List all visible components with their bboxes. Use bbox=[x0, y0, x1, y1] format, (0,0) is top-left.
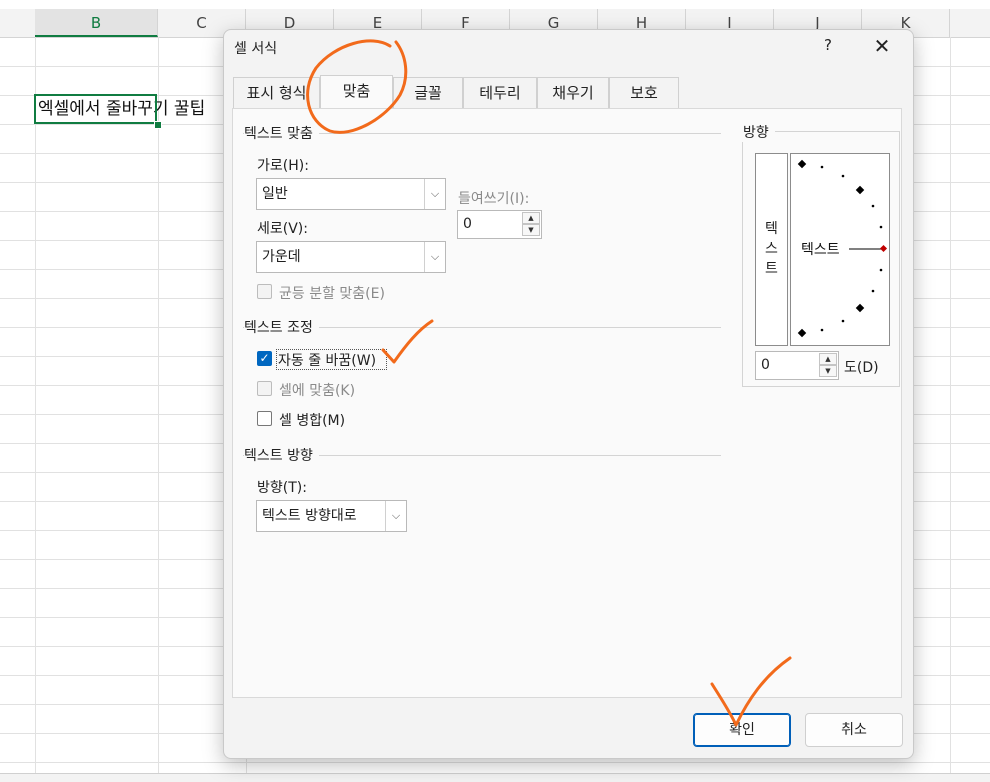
dial-tick bbox=[879, 225, 883, 229]
vertical-label: 세로(V): bbox=[257, 221, 308, 237]
text-direction-value: 텍스트 방향대로 bbox=[262, 508, 357, 524]
tab-number[interactable]: 표시 형식 bbox=[233, 77, 320, 108]
section-title-text-direction: 텍스트 방향 bbox=[244, 445, 319, 465]
dial-marker-45 bbox=[855, 185, 865, 195]
direction-label: 방향(T): bbox=[257, 480, 307, 496]
grid-line bbox=[950, 37, 951, 781]
chevron-down-icon: ⌵ bbox=[424, 179, 445, 209]
merge-cells-label[interactable]: 셀 병합(M) bbox=[279, 410, 345, 430]
grid-line bbox=[35, 37, 36, 781]
dial-tick bbox=[871, 289, 875, 293]
spin-down-icon[interactable]: ▼ bbox=[819, 365, 837, 377]
merge-cells-checkbox[interactable] bbox=[257, 411, 272, 426]
degrees-label: 도(D) bbox=[844, 360, 879, 376]
orientation-dial-graphic: 텍스트 bbox=[797, 159, 888, 338]
vertical-align-select[interactable]: 가운데 ⌵ bbox=[256, 241, 446, 273]
tab-protection[interactable]: 보호 bbox=[609, 77, 679, 108]
checkmark-icon: ✓ bbox=[259, 351, 270, 365]
shrink-to-fit-checkbox bbox=[257, 381, 272, 396]
dial-tick bbox=[841, 319, 845, 323]
dial-tick bbox=[871, 204, 875, 208]
tab-font[interactable]: 글꼴 bbox=[393, 77, 463, 108]
spin-down-icon[interactable]: ▼ bbox=[522, 224, 540, 236]
horizontal-align-select[interactable]: 일반 ⌵ bbox=[256, 178, 446, 210]
fill-handle[interactable] bbox=[154, 121, 162, 129]
section-title-text-control: 텍스트 조정 bbox=[244, 317, 319, 337]
alignment-panel: 텍스트 맞춤 가로(H): 일반 ⌵ 들여쓰기(I): 0 ▲ ▼ 세로(V):… bbox=[232, 108, 902, 698]
tab-alignment[interactable]: 맞춤 bbox=[320, 75, 393, 108]
dial-tick bbox=[879, 268, 883, 272]
ok-button[interactable]: 확인 bbox=[693, 713, 791, 747]
orientation-group: 방향 텍스트 텍스트 0 ▲ ▼ 도(D) bbox=[741, 122, 900, 387]
section-title-orientation: 방향 bbox=[741, 122, 775, 142]
chevron-down-icon: ⌵ bbox=[424, 242, 445, 272]
text-direction-select[interactable]: 텍스트 방향대로 ⌵ bbox=[256, 500, 407, 532]
cancel-button[interactable]: 취소 bbox=[805, 713, 903, 747]
close-button[interactable]: ✕ bbox=[870, 34, 894, 58]
degrees-value: 0 bbox=[761, 357, 770, 373]
grid-line bbox=[158, 37, 159, 781]
indent-spinner[interactable]: 0 ▲ ▼ bbox=[457, 210, 542, 239]
horizontal-align-value: 일반 bbox=[262, 186, 288, 202]
dial-tick bbox=[820, 165, 824, 169]
vertical-text-label: 텍스트 bbox=[765, 221, 778, 277]
dial-tick bbox=[841, 174, 845, 178]
dial-tick bbox=[820, 328, 824, 332]
selected-cell-b3[interactable] bbox=[34, 94, 157, 124]
wrap-text-label[interactable]: 자동 줄 바꿈(W) bbox=[278, 350, 376, 370]
grid-line bbox=[0, 762, 990, 763]
chevron-down-icon: ⌵ bbox=[385, 501, 406, 531]
vertical-text-sample: 텍스트 bbox=[756, 219, 787, 279]
column-header-b[interactable]: B bbox=[35, 9, 158, 37]
spin-up-icon[interactable]: ▲ bbox=[522, 212, 540, 224]
dial-pointer-handle[interactable] bbox=[879, 244, 888, 253]
vertical-align-value: 가운데 bbox=[262, 249, 301, 265]
degrees-spinner[interactable]: 0 ▲ ▼ bbox=[755, 351, 839, 380]
tab-fill[interactable]: 채우기 bbox=[537, 77, 609, 108]
justify-distributed-checkbox bbox=[257, 284, 272, 299]
orientation-dial[interactable]: 텍스트 bbox=[790, 153, 890, 346]
shrink-to-fit-label: 셀에 맞춤(K) bbox=[279, 383, 356, 399]
dial-marker-90 bbox=[797, 159, 807, 169]
justify-distributed-label: 균등 분할 맞춤(E) bbox=[279, 286, 385, 302]
vertical-text-option[interactable]: 텍스트 bbox=[755, 153, 788, 346]
indent-value: 0 bbox=[463, 216, 472, 232]
dial-marker-minus90 bbox=[797, 328, 807, 338]
wrap-text-checkbox[interactable]: ✓ bbox=[257, 351, 272, 366]
dial-marker-minus45 bbox=[855, 303, 865, 313]
section-title-text-alignment: 텍스트 맞춤 bbox=[244, 123, 319, 143]
horizontal-label: 가로(H): bbox=[257, 158, 309, 174]
format-cells-dialog: 셀 서식 ? ✕ 표시 형식 맞춤 글꼴 테두리 채우기 보호 텍스트 맞춤 가… bbox=[223, 29, 914, 759]
help-button[interactable]: ? bbox=[818, 36, 838, 54]
dial-text-label: 텍스트 bbox=[801, 242, 840, 258]
indent-label: 들여쓰기(I): bbox=[458, 191, 530, 207]
dialog-title: 셀 서식 bbox=[234, 41, 278, 57]
tab-border[interactable]: 테두리 bbox=[463, 77, 537, 108]
spin-up-icon[interactable]: ▲ bbox=[819, 353, 837, 365]
